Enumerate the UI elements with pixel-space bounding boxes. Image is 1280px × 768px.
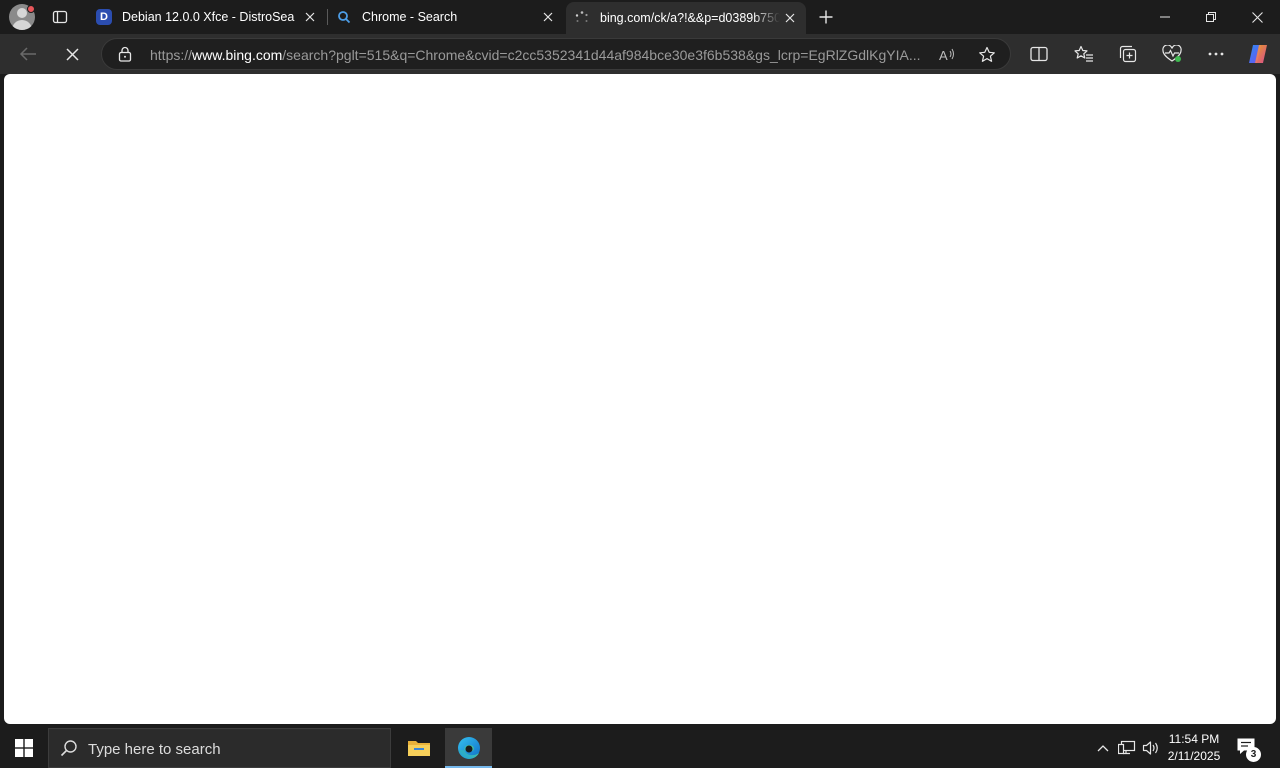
network-icon[interactable] — [1117, 728, 1137, 768]
url-host: www.bing.com — [192, 47, 283, 63]
new-tab-icon[interactable] — [814, 5, 838, 29]
back-arrow-icon[interactable] — [12, 38, 44, 70]
split-screen-icon[interactable] — [1023, 38, 1055, 70]
web-content-area[interactable] — [4, 74, 1276, 724]
stop-loading-icon[interactable] — [56, 38, 88, 70]
url-path: /search?pglt=515&q=Chrome&cvid=c2cc53523… — [282, 47, 921, 63]
copilot-icon[interactable] — [1242, 38, 1274, 70]
restore-icon[interactable] — [1188, 0, 1234, 34]
collections-icon[interactable] — [1112, 38, 1144, 70]
tab-distrosea[interactable]: D Debian 12.0.0 Xfce - DistroSea — [88, 3, 326, 31]
lock-icon[interactable] — [118, 46, 132, 62]
browser-toolbar: https://www.bing.com/search?pglt=515&q=C… — [0, 34, 1280, 74]
url-scheme: https:// — [150, 47, 193, 63]
close-window-icon[interactable] — [1234, 0, 1280, 34]
loading-spinner-icon — [574, 10, 590, 26]
read-aloud-icon[interactable]: A — [938, 45, 958, 65]
taskbar-search-box[interactable]: Type here to search — [48, 728, 391, 768]
notification-center-icon[interactable]: 3 — [1236, 737, 1261, 762]
show-hidden-icons-chevron-icon[interactable] — [1094, 728, 1112, 768]
tab-title: Debian 12.0.0 Xfce - DistroSea — [122, 10, 295, 24]
window-controls — [1142, 0, 1280, 34]
tab-bing-redirect[interactable]: bing.com/ck/a?!&&p=d0389b750 — [566, 2, 806, 34]
windows-start-icon[interactable] — [0, 728, 48, 768]
tab-title: bing.com/ck/a?!&&p=d0389b750 — [600, 11, 780, 25]
file-explorer-icon[interactable] — [395, 728, 442, 768]
system-clock[interactable]: 11:54 PM 2/11/2025 — [1160, 731, 1228, 765]
volume-icon[interactable] — [1141, 728, 1161, 768]
tab-title: Chrome - Search — [362, 10, 458, 24]
search-placeholder: Type here to search — [88, 741, 221, 758]
browser-essentials-icon[interactable] — [1156, 38, 1188, 70]
svg-text:A: A — [939, 48, 948, 63]
close-tab-icon[interactable] — [780, 8, 800, 28]
tab-strip: D Debian 12.0.0 Xfce - DistroSea Chrome … — [0, 0, 1280, 34]
address-bar[interactable]: https://www.bing.com/search?pglt=515&q=C… — [101, 38, 1011, 70]
close-tab-icon[interactable] — [538, 7, 558, 27]
notification-count-badge: 3 — [1246, 747, 1261, 762]
clock-time: 11:54 PM — [1168, 732, 1220, 746]
distrosea-favicon: D — [96, 9, 112, 25]
edge-browser-icon[interactable] — [445, 728, 492, 768]
minimize-icon[interactable] — [1142, 0, 1188, 34]
tab-chrome-search[interactable]: Chrome - Search — [328, 3, 564, 31]
search-icon — [60, 739, 78, 757]
favorites-icon[interactable] — [1068, 38, 1100, 70]
tab-actions-icon[interactable] — [46, 5, 74, 29]
profile-notification-dot — [27, 5, 35, 13]
clock-date: 2/11/2025 — [1167, 749, 1221, 763]
more-options-icon[interactable] — [1200, 38, 1232, 70]
url-text[interactable]: https://www.bing.com/search?pglt=515&q=C… — [150, 47, 930, 63]
favorite-star-icon[interactable] — [977, 45, 997, 65]
close-tab-icon[interactable] — [300, 7, 320, 27]
bing-search-icon — [336, 9, 352, 25]
windows-taskbar: Type here to search 11:54 PM 2/11/2025 3 — [0, 728, 1280, 768]
